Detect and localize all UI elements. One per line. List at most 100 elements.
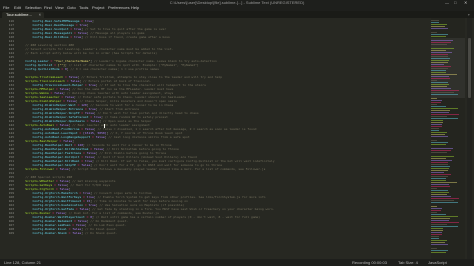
minimap-line [431, 62, 448, 63]
minimap-line [431, 122, 443, 123]
minimap-line [431, 130, 439, 131]
minimap-line [431, 124, 442, 125]
minimap-line [431, 134, 445, 135]
minimap-line [431, 180, 446, 181]
minimap-line [431, 24, 447, 25]
minimap-line [431, 20, 439, 21]
minimap-line [431, 150, 451, 151]
minimap-line [431, 78, 450, 79]
minimap-line [431, 128, 439, 129]
minimap-line [431, 242, 445, 243]
minimap-line [431, 112, 449, 113]
minimap-line [431, 116, 447, 117]
minimap-line [431, 108, 458, 109]
minimap-line [431, 230, 443, 231]
minimap-line [431, 68, 448, 69]
minimap-line [431, 162, 448, 163]
minimap-line [431, 58, 450, 59]
minimap-line [431, 26, 445, 27]
minimap-line [431, 172, 444, 173]
minimap-line [431, 192, 449, 193]
minimap-line [431, 36, 446, 37]
code-view[interactable]: Config.Basi.SafeJMPMessage = true; Confi… [18, 18, 418, 259]
minimap-line [431, 156, 454, 157]
code-token: Config.Rusher.Shenk [18, 231, 67, 235]
minimap-line [431, 168, 449, 169]
minimap-line [431, 56, 448, 57]
minimap-line [431, 106, 446, 107]
minimap-line [431, 170, 448, 171]
minimap-line [431, 84, 449, 85]
minimap-line [431, 152, 447, 153]
minimap-line [431, 184, 449, 185]
minimap-line [431, 148, 453, 149]
minimap-line [431, 200, 454, 201]
minimap-line [431, 182, 457, 183]
minimap-line [431, 220, 449, 221]
code-token: false [72, 231, 82, 235]
minimap-line [431, 50, 446, 51]
minimap-line [431, 28, 448, 29]
minimap-line [431, 214, 446, 215]
minimap-line [431, 194, 447, 195]
minimap-line [431, 202, 458, 203]
minimap-line [431, 52, 452, 53]
recording-indicator: Recording 00:00:03 [352, 260, 387, 265]
minimap-line [431, 54, 448, 55]
minimap-line [431, 248, 437, 249]
minimap-line [431, 164, 448, 165]
minimap-line [431, 224, 447, 225]
vertical-scrollbar[interactable] [467, 18, 472, 259]
minimap-line [431, 178, 446, 179]
minimap-line [431, 70, 446, 71]
minimap-line [431, 102, 441, 103]
minimap-line [431, 22, 439, 23]
tab-size-selector[interactable]: Tab Size: 4 [398, 259, 418, 266]
minimap-line [431, 142, 448, 143]
line-number: 169 [8, 231, 14, 235]
minimap-line [431, 88, 451, 89]
minimap-line [431, 86, 447, 87]
minimap-line [431, 176, 448, 177]
minimap-line [431, 186, 450, 187]
minimap-line [431, 66, 451, 67]
status-bar: Line 128, Column 21 Recording 00:00:03 T… [0, 259, 474, 266]
minimap-line [431, 82, 448, 83]
minimap-line [431, 250, 448, 251]
minimap[interactable] [431, 18, 465, 259]
minimap-line [431, 94, 458, 95]
minimap-line [431, 44, 447, 45]
minimap-line [431, 110, 450, 111]
cursor-position: Line 128, Column 21 [4, 260, 41, 265]
minimap-line [431, 240, 447, 241]
minimap-line [431, 120, 443, 121]
syntax-selector[interactable]: JavaScript [428, 259, 447, 266]
code-line[interactable]: Config.Rusher.Shenk = false; // Do Shenk… [18, 231, 418, 235]
tab-overflow-icon[interactable]: ▾ [468, 11, 470, 18]
minimap-line [431, 136, 448, 137]
minimap-line [431, 34, 448, 35]
code-token: // Do Shenk quest. [84, 231, 118, 235]
scrollbar-thumb[interactable] [468, 38, 471, 98]
editor-area[interactable]: 116 117 118 119 120 121 122 123 124 125 126 127 128 1… [0, 18, 474, 259]
minimap-line [431, 98, 437, 99]
minimap-line [431, 244, 448, 245]
minimap-line [431, 92, 454, 93]
minimap-line [431, 216, 458, 217]
minimap-line [431, 208, 442, 209]
text-cursor [104, 124, 105, 128]
minimap-line [431, 236, 439, 237]
minimap-line [431, 196, 451, 197]
minimap-line [431, 74, 457, 75]
minimap-line [431, 140, 437, 141]
minimap-line [431, 232, 442, 233]
tab-bar: Tour.sublime... × ▾ [0, 11, 474, 18]
minimap-line [431, 118, 458, 119]
minimap-line [431, 160, 452, 161]
minimap-line [431, 132, 447, 133]
minimap-line [431, 80, 437, 81]
minimap-line [431, 42, 451, 43]
minimap-line [431, 72, 446, 73]
minimap-line [431, 144, 446, 145]
minimap-line [431, 206, 437, 207]
